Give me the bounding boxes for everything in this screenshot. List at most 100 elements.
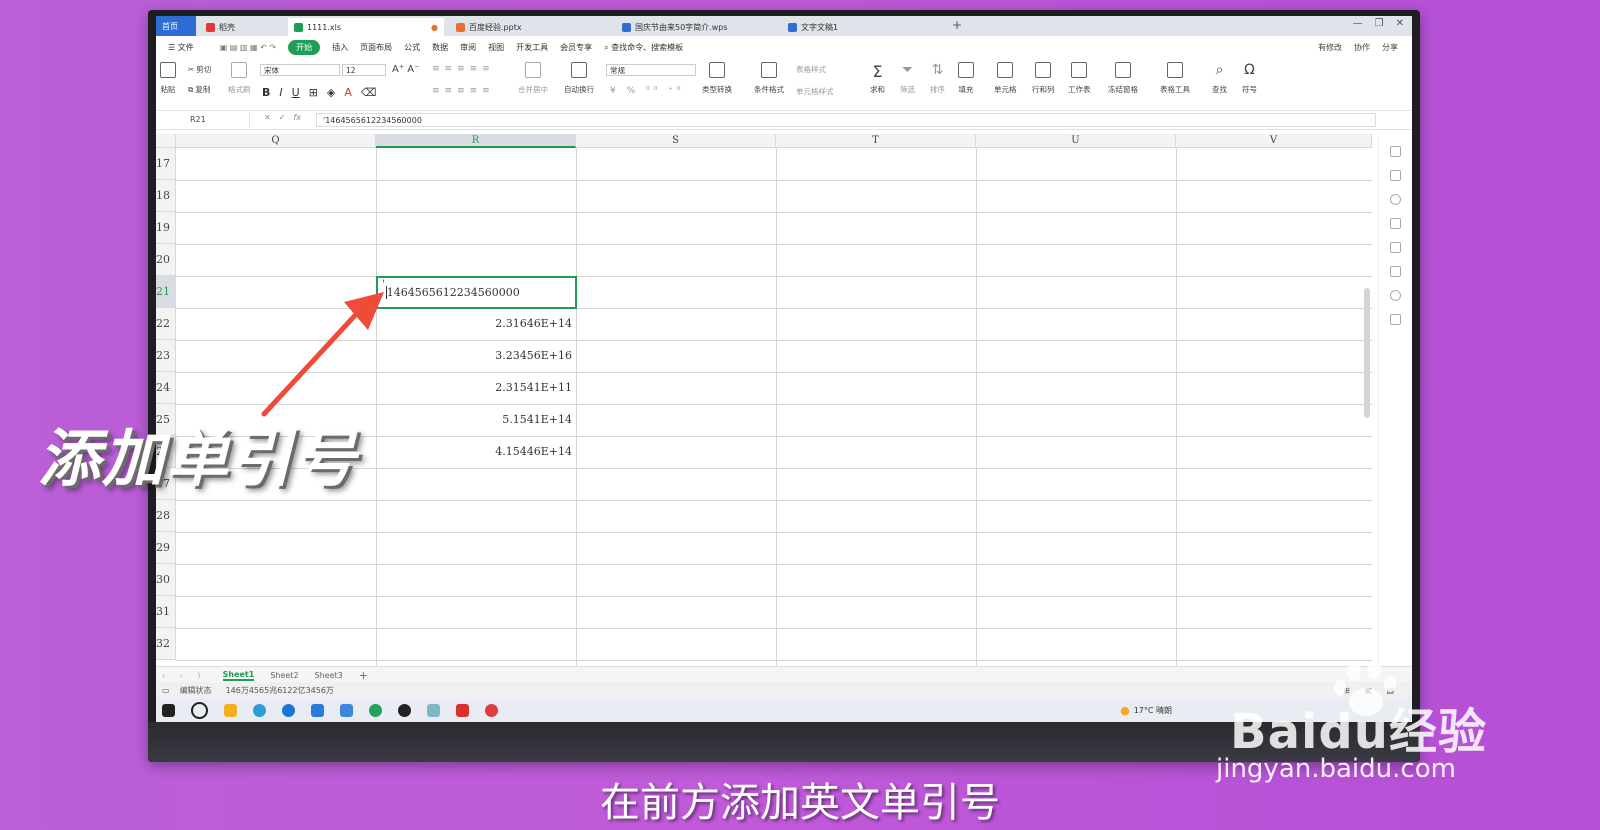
sheet-tab-3[interactable]: Sheet3 — [315, 671, 343, 680]
table-style-button[interactable]: 表格样式 — [796, 64, 826, 75]
symbol-button[interactable]: Ω 符号 — [1242, 62, 1257, 95]
scroll-thumb[interactable] — [1364, 288, 1370, 418]
menu-dev-tools[interactable]: 开发工具 — [516, 42, 548, 53]
style-icon[interactable] — [1390, 146, 1401, 157]
sum-button[interactable]: Σ 求和 — [870, 62, 885, 95]
select-all-corner[interactable] — [156, 134, 176, 148]
tab-pptx[interactable]: 百度经验.pptx — [450, 18, 610, 36]
sheet-tab-2[interactable]: Sheet2 — [270, 671, 298, 680]
font-name-select[interactable]: 宋体 — [260, 64, 340, 76]
tab-home[interactable]: 首页 — [156, 16, 196, 36]
qq-icon[interactable] — [398, 703, 411, 717]
sheet-tab-1[interactable]: Sheet1 — [222, 670, 255, 681]
macro-icon[interactable]: ▭ — [162, 686, 170, 695]
menu-file[interactable]: ☰ 文件 — [168, 42, 194, 53]
number-format-select[interactable]: 常规 — [606, 64, 696, 76]
bird-app-icon[interactable] — [311, 703, 324, 717]
edge-icon[interactable] — [282, 703, 295, 717]
row-header[interactable]: 22 — [156, 308, 176, 340]
cell-r22[interactable]: 2.31646E+14 — [376, 308, 576, 340]
cell-button[interactable]: 单元格 — [994, 62, 1017, 95]
image-icon[interactable] — [1390, 266, 1401, 277]
wrap-button[interactable]: 自动换行 — [564, 62, 594, 95]
tab-wps[interactable]: 国庆节由来50字简介.wps — [616, 18, 776, 36]
bold-icon[interactable]: B — [262, 86, 270, 99]
music-app-icon[interactable] — [485, 703, 498, 717]
font-size-select[interactable]: 12 — [342, 64, 386, 76]
new-tab-icon[interactable]: + — [952, 18, 962, 32]
type-convert-button[interactable]: 类型转换 — [702, 62, 732, 95]
column-header-s[interactable]: S — [576, 134, 776, 148]
row-header-selected[interactable]: 21 — [156, 276, 176, 308]
font-style-buttons[interactable]: BIU ⊞ ◈ A ⌫ — [262, 86, 376, 99]
sheet-grid[interactable]: Q R S T U V 17 18 19 20 21 22 23 24 25 2… — [156, 134, 1372, 666]
row-header[interactable]: 23 — [156, 340, 176, 372]
row-header[interactable]: 17 — [156, 148, 176, 180]
weather-widget[interactable]: ● 17°C 晴朗 — [1120, 704, 1172, 717]
tab-xls[interactable]: 1111.xls ● — [288, 18, 444, 36]
row-header[interactable]: 29 — [156, 532, 176, 564]
name-box[interactable]: R21 — [160, 113, 250, 127]
quick-toolbar-icons[interactable]: ▣ ▤ ▥ ▦ ↶ ↷ — [220, 43, 276, 52]
row-header[interactable]: 19 — [156, 212, 176, 244]
cell-r26[interactable]: 4.15446E+14 — [376, 436, 576, 468]
export-icon[interactable] — [1390, 242, 1401, 253]
collab-button[interactable]: 协作 — [1354, 42, 1370, 53]
merge-button[interactable]: 合并居中 — [518, 62, 548, 95]
sheet-nav-arrows[interactable]: ‹ › ⟩ — [162, 671, 207, 680]
cancel-icon[interactable]: ✕ — [264, 113, 271, 122]
row-header[interactable]: 18 — [156, 180, 176, 212]
find-button[interactable]: ⌕ 查找 — [1212, 62, 1227, 95]
column-header-r[interactable]: R — [376, 134, 576, 148]
cell-r25[interactable]: 5.1541E+14 — [376, 404, 576, 436]
cut-button[interactable]: ✂ 剪切 — [188, 64, 211, 75]
file-explorer-icon[interactable] — [224, 703, 237, 717]
font-grow-shrink-icons[interactable]: A⁺ A⁻ — [392, 64, 419, 75]
menu-start[interactable]: 开始 — [288, 39, 321, 55]
settings-sliders-icon[interactable] — [1390, 218, 1401, 229]
row-header[interactable]: 28 — [156, 500, 176, 532]
underline-icon[interactable]: U — [292, 86, 300, 99]
browser-icon[interactable] — [253, 703, 266, 717]
windows-start-icon[interactable] — [162, 703, 175, 717]
minimize-icon[interactable]: — — [1353, 18, 1363, 29]
select-icon[interactable] — [1390, 170, 1401, 181]
align-top-row-icons[interactable]: ≡≡≡≡≡ — [432, 64, 495, 74]
filter-button[interactable]: ⏷ 筛选 — [900, 62, 915, 95]
format-painter-button[interactable]: 格式刷 — [228, 62, 251, 95]
menu-page-layout[interactable]: 页面布局 — [360, 42, 392, 53]
clear-icon[interactable]: ⌫ — [361, 86, 377, 99]
row-col-button[interactable]: 行和列 — [1032, 62, 1055, 95]
sync-app-icon[interactable] — [340, 703, 353, 717]
italic-icon[interactable]: I — [279, 86, 282, 99]
column-header-u[interactable]: U — [976, 134, 1176, 148]
tab-doc1[interactable]: 文字文稿1 — [782, 18, 942, 36]
conditional-format-button[interactable]: 条件格式 — [754, 62, 784, 95]
align-bottom-row-icons[interactable]: ≡≡≡≡≡ — [432, 86, 495, 96]
cell-r24[interactable]: 2.31541E+11 — [376, 372, 576, 404]
tab-docer[interactable]: 稻壳 — [200, 18, 284, 36]
paste-button[interactable]: 粘贴 — [160, 62, 176, 95]
restore-icon[interactable]: ❐ — [1375, 18, 1384, 29]
formula-input[interactable]: '1464565612234560000 — [316, 113, 1376, 127]
row-header[interactable]: 24 — [156, 372, 176, 404]
row-header[interactable]: 30 — [156, 564, 176, 596]
book-icon[interactable] — [1390, 314, 1401, 325]
search-circle-icon[interactable] — [191, 701, 208, 719]
wechat-icon[interactable] — [369, 703, 382, 717]
fx-icon[interactable]: fx — [293, 113, 301, 122]
fill-color-icon[interactable]: ◈ — [327, 86, 335, 99]
notes-app-icon[interactable] — [427, 703, 440, 717]
worksheet-button[interactable]: 工作表 — [1068, 62, 1091, 95]
cell-r21-active[interactable]: '1464565612234560000 — [376, 276, 577, 309]
add-sheet-icon[interactable]: + — [359, 669, 368, 682]
font-color-icon[interactable]: A — [344, 86, 352, 99]
column-header-v[interactable]: V — [1176, 134, 1372, 148]
copy-button[interactable]: ⧉ 复制 — [188, 84, 210, 95]
menu-formula[interactable]: 公式 — [404, 42, 420, 53]
help-icon[interactable] — [1390, 194, 1401, 205]
changes-button[interactable]: 有修改 — [1318, 42, 1342, 53]
menu-review[interactable]: 审阅 — [460, 42, 476, 53]
fill-button[interactable]: 填充 — [958, 62, 974, 95]
close-icon[interactable]: ✕ — [1396, 18, 1404, 29]
